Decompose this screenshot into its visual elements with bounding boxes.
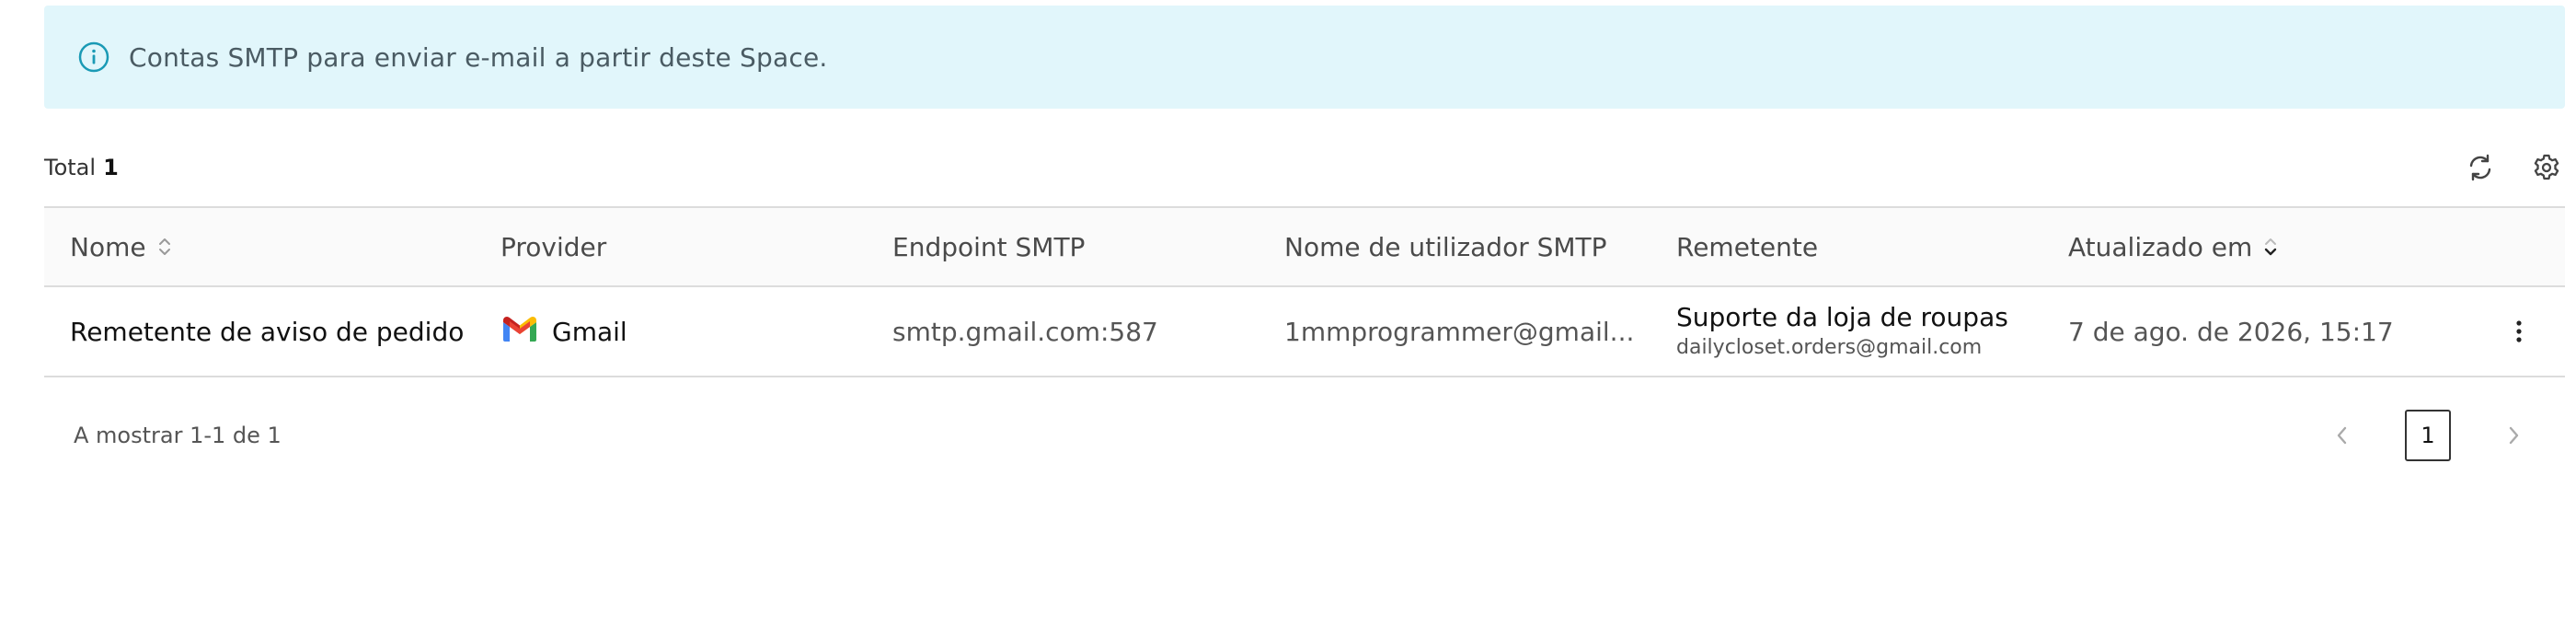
column-header-name[interactable]: Nome <box>44 232 475 262</box>
column-header-endpoint: Endpoint SMTP <box>892 231 1086 262</box>
table-footer: A mostrar 1-1 de 1 1 <box>44 403 2565 468</box>
column-header-sender: Remetente <box>1676 231 1819 262</box>
pagination: 1 <box>2324 410 2532 461</box>
info-banner-text: Contas SMTP para enviar e-mail a partir … <box>129 41 828 73</box>
toolbar-actions <box>2462 149 2565 186</box>
table-header: Nome Provider Endpoint SMTP Nome de util… <box>44 206 2565 287</box>
row-sender: Suporte da loja de roupas dailycloset.or… <box>1650 301 2042 362</box>
smtp-accounts-table: Nome Provider Endpoint SMTP Nome de util… <box>44 206 2565 377</box>
info-banner: Contas SMTP para enviar e-mail a partir … <box>44 6 2565 109</box>
chevron-right-icon[interactable] <box>2495 417 2532 454</box>
row-updated: 7 de ago. de 2026, 15:17 <box>2068 316 2394 347</box>
sort-neutral-icon[interactable] <box>157 236 172 258</box>
info-icon <box>77 41 110 74</box>
total-label: Total <box>44 155 97 180</box>
column-header-updated[interactable]: Atualizado em <box>2042 232 2473 262</box>
refresh-icon[interactable] <box>2462 149 2499 186</box>
settings-icon[interactable] <box>2528 149 2565 186</box>
more-options-icon[interactable] <box>2502 309 2536 354</box>
table-row[interactable]: Remetente de aviso de pedido Gmail smtp.… <box>44 287 2565 377</box>
gmail-icon <box>500 314 539 350</box>
provider-label: Gmail <box>552 316 627 347</box>
row-name[interactable]: Remetente de aviso de pedido <box>44 317 475 347</box>
sender-name: Suporte da loja de roupas <box>1676 302 2008 332</box>
sort-descending-icon[interactable] <box>2263 236 2278 258</box>
page-button-current[interactable]: 1 <box>2405 410 2451 461</box>
column-header-provider: Provider <box>500 231 607 262</box>
showing-range: A mostrar 1-1 de 1 <box>74 423 282 448</box>
total-value: 1 <box>103 155 119 180</box>
column-header-username: Nome de utilizador SMTP <box>1284 231 1607 262</box>
table-toolbar: Total 1 <box>44 147 2565 188</box>
sender-email: dailycloset.orders@gmail.com <box>1676 336 1983 359</box>
row-username: 1mmprogrammer@gmail... <box>1284 316 1635 347</box>
row-endpoint: smtp.gmail.com:587 <box>892 316 1158 347</box>
total-count: Total 1 <box>44 155 119 180</box>
row-actions <box>2473 309 2565 354</box>
chevron-left-icon[interactable] <box>2324 417 2361 454</box>
row-provider: Gmail <box>475 314 867 350</box>
